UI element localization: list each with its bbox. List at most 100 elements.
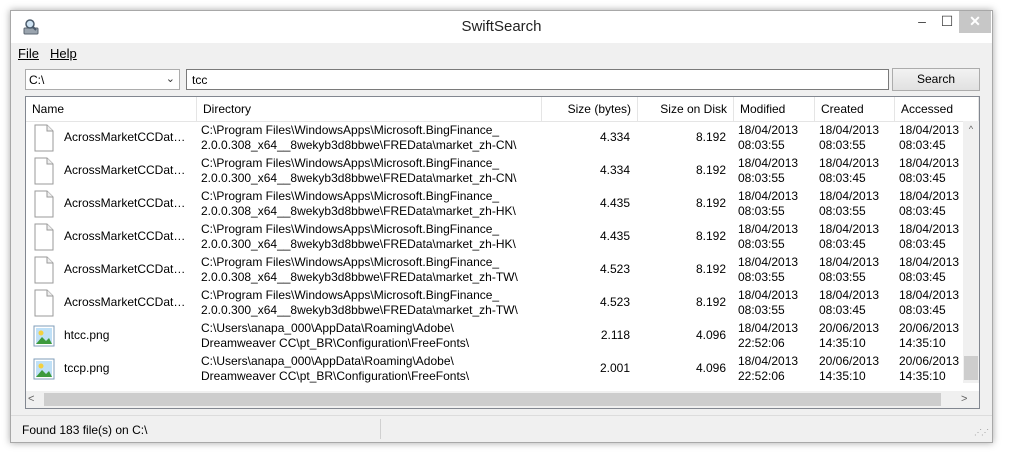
document-icon <box>33 256 55 284</box>
modified-time: 22:52:06 <box>738 336 785 350</box>
cell-directory: C:\Program Files\WindowsApps\Microsoft.B… <box>197 220 542 253</box>
table-row[interactable]: AcrossMarketCCDataProvider... C:\Program … <box>26 187 963 220</box>
column-header-modified[interactable]: Modified <box>734 97 815 121</box>
cell-name: AcrossMarketCCDataProvider... <box>26 253 197 286</box>
status-divider <box>380 419 381 439</box>
cell-created: 20/06/2013 14:35:10 <box>815 352 895 385</box>
accessed-date: 18/04/2013 <box>899 189 960 203</box>
column-header-directory[interactable]: Directory <box>197 97 542 121</box>
document-icon <box>33 157 55 185</box>
column-header-size[interactable]: Size (bytes) <box>542 97 638 121</box>
directory-line-2: 2.0.0.308_x64__8wekyb3d8bbwe\FREData\mar… <box>201 138 517 152</box>
directory-line-1: C:\Program Files\WindowsApps\Microsoft.B… <box>201 156 500 170</box>
cell-directory: C:\Users\anapa_000\AppData\Roaming\Adobe… <box>197 319 542 352</box>
directory-line-2: Dreamweaver CC\pt_BR\Configuration\FreeF… <box>201 369 470 383</box>
chevron-down-icon: ⌄ <box>165 73 175 85</box>
created-date: 20/06/2013 <box>819 321 880 335</box>
menu-file[interactable]: File <box>18 46 39 61</box>
cell-size-on-disk: 8.192 <box>695 130 726 144</box>
search-input[interactable] <box>186 69 889 90</box>
accessed-time: 08:03:45 <box>899 138 946 152</box>
image-file-icon <box>33 355 55 383</box>
document-icon <box>33 190 55 218</box>
search-button[interactable]: Search <box>892 68 980 91</box>
table-header: Name Directory Size (bytes) Size on Disk… <box>26 97 979 122</box>
image-file-icon <box>33 322 55 350</box>
directory-line-2: 2.0.0.300_x64__8wekyb3d8bbwe\FREData\mar… <box>201 237 516 251</box>
cell-size-on-disk: 4.096 <box>695 328 726 342</box>
created-date: 18/04/2013 <box>819 222 880 236</box>
column-header-name[interactable]: Name <box>26 97 197 121</box>
modified-time: 08:03:55 <box>738 204 785 218</box>
modified-time: 08:03:55 <box>738 270 785 284</box>
accessed-date: 18/04/2013 <box>899 123 960 137</box>
modified-time: 08:03:55 <box>738 237 785 251</box>
scroll-right-icon[interactable]: > <box>961 391 967 408</box>
menu-bar: File Help <box>11 43 992 65</box>
directory-line-2: 2.0.0.300_x64__8wekyb3d8bbwe\FREData\mar… <box>201 171 517 185</box>
cell-size: 4.334 <box>599 163 630 177</box>
accessed-time: 08:03:45 <box>899 303 946 317</box>
cell-size-on-disk: 8.192 <box>695 229 726 243</box>
cell-modified: 18/04/2013 08:03:55 <box>734 154 815 187</box>
modified-date: 18/04/2013 <box>738 288 799 302</box>
window-title: SwiftSearch <box>461 18 542 35</box>
horizontal-scroll-thumb[interactable] <box>44 393 941 406</box>
cell-created: 18/04/2013 08:03:55 <box>815 187 895 220</box>
cell-size: 4.435 <box>599 229 630 243</box>
table-row[interactable]: AcrossMarketCCDataProvider... C:\Program … <box>26 286 963 319</box>
cell-name: AcrossMarketCCDataProvider... <box>26 154 197 187</box>
accessed-date: 18/04/2013 <box>899 156 960 170</box>
accessed-time: 08:03:45 <box>899 270 946 284</box>
directory-line-1: C:\Users\anapa_000\AppData\Roaming\Adobe… <box>201 354 454 368</box>
table-row[interactable]: htcc.png C:\Users\anapa_000\AppData\Roami… <box>26 319 963 352</box>
directory-line-1: C:\Users\anapa_000\AppData\Roaming\Adobe… <box>201 321 454 335</box>
created-date: 18/04/2013 <box>819 288 880 302</box>
table-row[interactable]: AcrossMarketCCDataProvider... C:\Program … <box>26 220 963 253</box>
created-time: 08:03:55 <box>819 270 866 284</box>
cell-directory: C:\Users\anapa_000\AppData\Roaming\Adobe… <box>197 352 542 385</box>
directory-line-1: C:\Program Files\WindowsApps\Microsoft.B… <box>201 189 500 203</box>
minimize-button[interactable]: – <box>909 11 935 33</box>
scroll-up-icon[interactable]: ^ <box>963 121 979 137</box>
cell-size: 4.435 <box>599 196 630 210</box>
table-row[interactable]: AcrossMarketCCDataProvider... C:\Program … <box>26 121 963 154</box>
created-date: 18/04/2013 <box>819 189 880 203</box>
cell-created: 18/04/2013 08:03:45 <box>815 286 895 319</box>
cell-modified: 18/04/2013 22:52:06 <box>734 319 815 352</box>
created-time: 14:35:10 <box>819 369 866 383</box>
directory-line-2: Dreamweaver CC\pt_BR\Configuration\FreeF… <box>201 336 470 350</box>
cell-created: 20/06/2013 14:35:10 <box>815 319 895 352</box>
accessed-time: 08:03:45 <box>899 171 946 185</box>
cell-size: 4.523 <box>599 295 630 309</box>
cell-accessed: 18/04/2013 08:03:45 <box>895 154 963 187</box>
cell-name: htcc.png <box>26 319 197 352</box>
cell-created: 18/04/2013 08:03:55 <box>815 253 895 286</box>
close-button[interactable]: ✕ <box>959 11 991 33</box>
title-bar[interactable]: SwiftSearch – ☐ ✕ <box>11 11 992 43</box>
resize-grip-icon[interactable]: ⋰⋰ <box>974 428 989 437</box>
maximize-button[interactable]: ☐ <box>935 11 959 33</box>
cell-modified: 18/04/2013 08:03:55 <box>734 220 815 253</box>
modified-date: 18/04/2013 <box>738 354 799 368</box>
table-row[interactable]: tccp.png C:\Users\anapa_000\AppData\Roami… <box>26 352 963 385</box>
created-time: 08:03:45 <box>819 237 866 251</box>
drive-select[interactable]: C:\ ⌄ <box>25 69 180 90</box>
file-name: AcrossMarketCCDataProvider... <box>64 196 192 210</box>
table-row[interactable]: AcrossMarketCCDataProvider... C:\Program … <box>26 154 963 187</box>
table-row[interactable]: AcrossMarketCCDataProvider... C:\Program … <box>26 253 963 286</box>
vertical-scrollbar[interactable]: ^ <box>963 121 979 383</box>
modified-date: 18/04/2013 <box>738 222 799 236</box>
horizontal-scrollbar[interactable]: < > <box>26 391 979 408</box>
vertical-scroll-thumb[interactable] <box>964 356 978 380</box>
column-header-accessed[interactable]: Accessed <box>895 97 979 121</box>
modified-date: 18/04/2013 <box>738 255 799 269</box>
accessed-time: 14:35:10 <box>899 369 946 383</box>
scroll-left-icon[interactable]: < <box>28 391 34 408</box>
modified-time: 08:03:55 <box>738 171 785 185</box>
created-time: 08:03:55 <box>819 204 866 218</box>
menu-help[interactable]: Help <box>50 46 77 61</box>
column-header-size-on-disk[interactable]: Size on Disk <box>638 97 734 121</box>
column-header-created[interactable]: Created <box>815 97 895 121</box>
cell-size-on-disk: 8.192 <box>695 295 726 309</box>
